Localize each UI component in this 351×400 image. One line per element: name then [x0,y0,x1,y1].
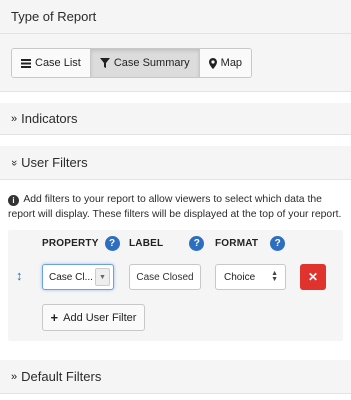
info-icon: i [8,195,19,206]
filter-icon [99,58,110,68]
chevron-down-icon: » [8,159,21,166]
case-summary-button[interactable]: Case Summary [90,49,200,77]
property-value: Case Cl... [49,271,93,283]
list-icon [21,58,31,68]
add-user-filter-button[interactable]: + Add User Filter [42,304,145,331]
help-icon[interactable]: ? [104,236,120,251]
indicators-title: Indicators [21,111,78,126]
format-column-label: FORMAT [215,238,259,249]
case-summary-label: Case Summary [113,57,190,69]
add-user-filter-label: Add User Filter [63,311,137,324]
indicators-header[interactable]: » Indicators [0,103,351,135]
chevron-right-icon: » [11,370,18,383]
type-of-report-header: Type of Report [0,0,351,34]
default-filters-title: Default Filters [21,369,102,384]
map-button[interactable]: Map [199,49,252,77]
report-builder: Type of Report Case List Case Summary Ma… [0,0,351,400]
map-label: Map [220,57,243,69]
delete-filter-button[interactable]: ✕ [300,264,326,290]
case-list-button[interactable]: Case List [12,49,91,77]
close-icon: ✕ [307,270,319,284]
case-list-label: Case List [35,57,81,69]
property-combobox[interactable]: Case Cl... ▼ [42,264,114,290]
map-marker-icon [208,57,217,69]
property-column-header: PROPERTY ? [42,236,120,251]
type-of-report-title: Type of Report [11,9,97,24]
type-of-report-body: Case List Case Summary Map [0,34,351,92]
user-filter-row: ↕ Case Cl... ▼ Case Closed Choice ▲ ▼ ✕ [8,263,343,291]
format-value: Choice [224,271,256,283]
chevron-right-icon: » [11,112,18,125]
plus-icon: + [50,310,59,325]
user-filter-table: PROPERTY ? LABEL ? FORMAT ? ↕ Case Cl...… [8,230,343,341]
select-caret-icon: ▲ ▼ [271,270,278,283]
drag-handle-icon[interactable]: ↕ [16,268,23,283]
label-input[interactable]: Case Closed [129,264,201,290]
help-icon[interactable]: ? [270,236,286,251]
property-column-label: PROPERTY [42,238,99,249]
user-filter-header-row: PROPERTY ? LABEL ? FORMAT ? [8,236,343,254]
report-type-toggle: Case List Case Summary Map [11,48,253,78]
default-filters-header[interactable]: » Default Filters [0,360,351,394]
user-filters-header[interactable]: » User Filters [0,146,351,180]
format-select[interactable]: Choice ▲ ▼ [215,264,286,290]
format-column-header: FORMAT ? [215,236,286,251]
user-filters-help: i Add filters to your report to allow vi… [8,192,343,222]
label-column-label: LABEL [129,238,164,249]
label-column-header: LABEL ? [129,236,205,251]
user-filters-title: User Filters [21,155,88,170]
user-filters-body: i Add filters to your report to allow vi… [0,180,351,341]
help-icon[interactable]: ? [189,236,205,251]
user-filters-help-text: Add filters to your report to allow view… [8,194,342,220]
dropdown-caret-icon[interactable]: ▼ [95,268,110,286]
